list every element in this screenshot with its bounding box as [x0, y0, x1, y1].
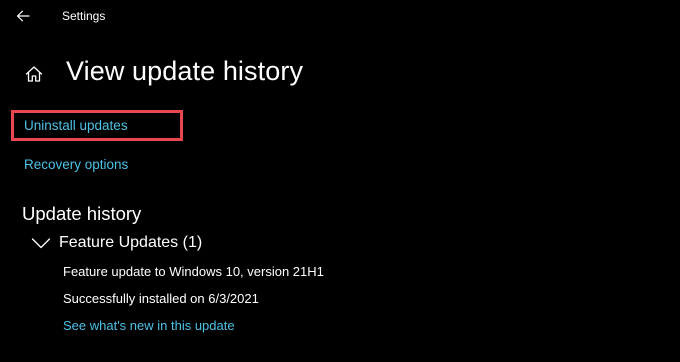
feature-updates-label: Feature Updates (1)	[59, 234, 203, 251]
home-button[interactable]	[22, 62, 46, 86]
uninstall-updates-link[interactable]: Uninstall updates	[24, 118, 128, 133]
update-entry-status: Successfully installed on 6/3/2021	[63, 291, 259, 306]
update-entry-name: Feature update to Windows 10, version 21…	[63, 264, 324, 279]
whats-new-link[interactable]: See what's new in this update	[63, 318, 235, 333]
home-icon	[25, 66, 43, 82]
update-history-heading: Update history	[22, 203, 142, 224]
back-arrow-icon	[16, 10, 30, 22]
page-title: View update history	[66, 56, 304, 86]
title-bar: Settings	[0, 0, 680, 32]
window-title: Settings	[62, 9, 106, 23]
chevron-down-icon	[30, 234, 52, 252]
feature-updates-toggle[interactable]: Feature Updates (1)	[30, 230, 202, 256]
back-button[interactable]	[10, 4, 36, 28]
recovery-options-link[interactable]: Recovery options	[24, 157, 128, 172]
